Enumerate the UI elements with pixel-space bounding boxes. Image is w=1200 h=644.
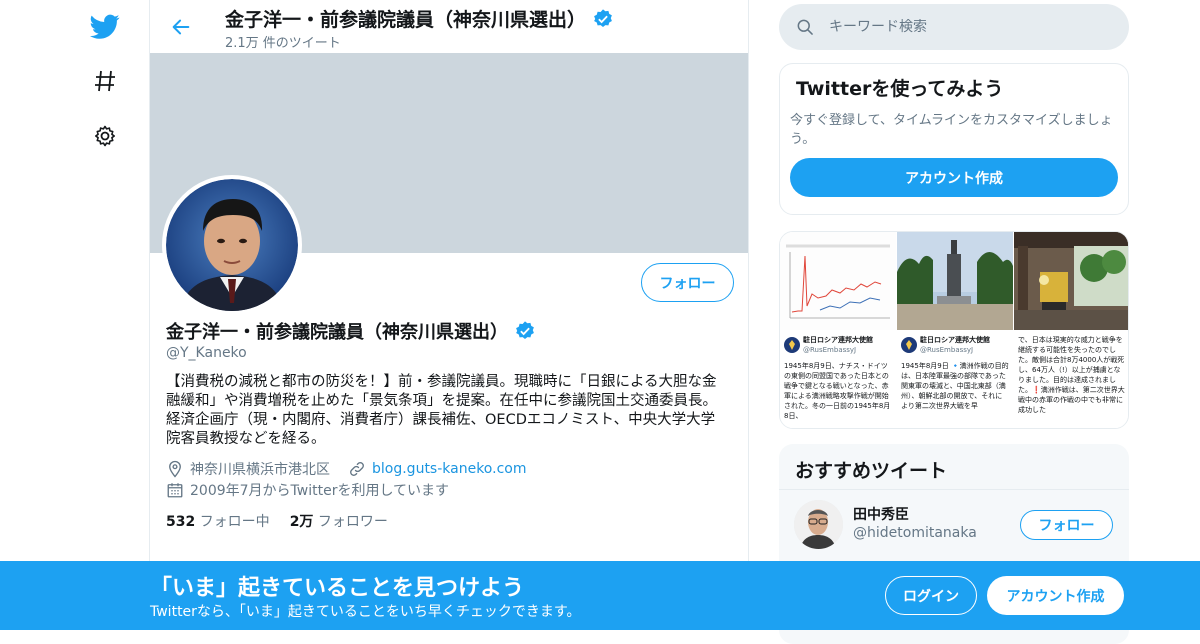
media-tile-memorial-photo[interactable] — [1014, 232, 1128, 330]
tile5-text: 1945年8月9日 🔹満洲作戦の目的は、日本陸軍最強の部隊であった関東軍の壊滅と… — [901, 362, 1009, 410]
settings-gear-icon[interactable] — [86, 117, 124, 155]
recommended-user-name[interactable]: 田中秀臣 — [853, 504, 909, 524]
following-count: 532 — [166, 514, 196, 530]
recommended-user-avatar[interactable] — [794, 500, 843, 549]
verified-badge-icon — [514, 320, 536, 342]
profile-joined-date: 2009年7月からTwitterを利用しています — [190, 483, 450, 499]
recommended-user-row[interactable]: 田中秀臣 @hidetomitanaka フォロー — [779, 490, 1129, 560]
create-account-button[interactable]: アカウント作成 — [790, 158, 1118, 197]
back-arrow-icon[interactable] — [166, 12, 196, 42]
media-gallery: 駐日ロシア連邦大使館 @RusEmbassyJ 1945年8月9日、ナチス・ドイツ… — [779, 231, 1129, 429]
profile-bio: 【消費税の減税と都市の防災を！】前・参議院議員。現職時に「日銀による大胆な金融緩… — [166, 374, 717, 447]
followers-count: 2万 — [289, 514, 314, 530]
tile5-account-name: 駐日ロシア連邦大使館 — [920, 336, 990, 344]
tweet-count: 2.1万 件のツイート — [225, 36, 341, 51]
profile-name: 金子洋一・前参議院議員（神奈川県選出） — [166, 318, 536, 344]
profile-column: 金子洋一・前参議院議員（神奈川県選出） 2.1万 件のツイート フォロー 金子洋… — [149, 0, 749, 630]
calendar-icon — [166, 481, 184, 499]
media-tile-chart[interactable] — [780, 232, 896, 330]
profile-location: 神奈川県横浜市港北区 — [190, 462, 330, 478]
signup-banner-subtitle: Twitterなら、「いま」起きていることをいち早くチェックできます。 — [150, 604, 581, 620]
profile-display-name: 金子洋一・前参議院議員（神奈川県選出） — [166, 322, 508, 343]
search-icon — [795, 17, 815, 37]
twitter-logo-icon[interactable] — [86, 8, 124, 46]
left-nav — [0, 0, 150, 630]
profile-meta-row: 神奈川県横浜市港北区 blog.guts-kaneko.com — [166, 459, 526, 479]
link-icon — [348, 460, 366, 478]
profile-header-bar: 金子洋一・前参議院議員（神奈川県選出） 2.1万 件のツイート — [150, 0, 748, 53]
profile-website-link[interactable]: blog.guts-kaneko.com — [372, 461, 526, 477]
signup-button[interactable]: アカウント作成 — [987, 576, 1124, 615]
signup-banner: 「いま」起きていることを見つけよう Twitterなら、「いま」起きていることを… — [0, 561, 1200, 630]
profile-joined-row: 2009年7月からTwitterを利用しています — [166, 480, 449, 500]
following-count-link[interactable]: 532 フォロー中 — [166, 511, 270, 531]
media-tile-tweet-screenshot-2[interactable]: 駐日ロシア連邦大使館 @RusEmbassyJ 1945年8月9日 🔹満洲作戦の目… — [897, 331, 1013, 428]
verified-badge-icon — [592, 8, 614, 30]
header-title: 金子洋一・前参議院議員（神奈川県選出） — [225, 5, 614, 32]
login-button[interactable]: ログイン — [885, 576, 977, 615]
tile6-text: で、日本は現実的な威力と戦争を継続する可能性を失ったのでした。敵側は合計8万40… — [1018, 336, 1125, 414]
signup-card-description: 今すぐ登録して、タイムラインをカスタマイズしましょう。 — [790, 113, 1113, 147]
signup-card-title: Twitterを使ってみよう — [796, 78, 1004, 100]
followers-count-link[interactable]: 2万 フォロワー — [290, 511, 388, 531]
embassy-emblem-icon — [901, 337, 917, 353]
hashtag-icon[interactable] — [86, 62, 124, 100]
media-tile-tweet-screenshot-1[interactable]: 駐日ロシア連邦大使館 @RusEmbassyJ 1945年8月9日、ナチス・ドイツ… — [780, 331, 896, 428]
recommended-tweets-title: おすすめツイート — [779, 444, 1129, 490]
header-display-name: 金子洋一・前参議院議員（神奈川県選出） — [225, 9, 587, 31]
search-box — [779, 4, 1129, 50]
tile4-account-handle: @RusEmbassyJ — [803, 346, 857, 354]
embassy-emblem-icon — [784, 337, 800, 353]
followers-label: フォロワー — [317, 514, 388, 530]
search-input[interactable] — [829, 19, 1109, 35]
recommended-user-handle: @hidetomitanaka — [853, 525, 977, 541]
signup-banner-title: 「いま」起きていることを見つけよう — [150, 576, 525, 601]
signup-card: Twitterを使ってみよう 今すぐ登録して、タイムラインをカスタマイズしましょ… — [779, 63, 1129, 215]
media-tile-tweet-screenshot-3[interactable]: で、日本は現実的な威力と戦争を継続する可能性を失ったのでした。敵側は合計8万40… — [1014, 331, 1128, 428]
following-label: フォロー中 — [199, 514, 270, 530]
profile-avatar[interactable] — [162, 175, 302, 315]
location-pin-icon — [166, 460, 184, 478]
tile4-account-name: 駐日ロシア連邦大使館 — [803, 336, 873, 344]
recommended-follow-button[interactable]: フォロー — [1020, 510, 1113, 540]
media-tile-monument-photo[interactable] — [897, 232, 1013, 330]
tile5-account-handle: @RusEmbassyJ — [920, 346, 974, 354]
follow-button[interactable]: フォロー — [641, 263, 734, 302]
profile-handle: @Y_Kaneko — [166, 345, 247, 361]
tile4-text: 1945年8月9日、ナチス・ドイツの東側の同盟国であった日本との戦争で鍵となる戦… — [784, 362, 891, 420]
follow-counts: 532 フォロー中 2万 フォロワー — [166, 511, 388, 531]
